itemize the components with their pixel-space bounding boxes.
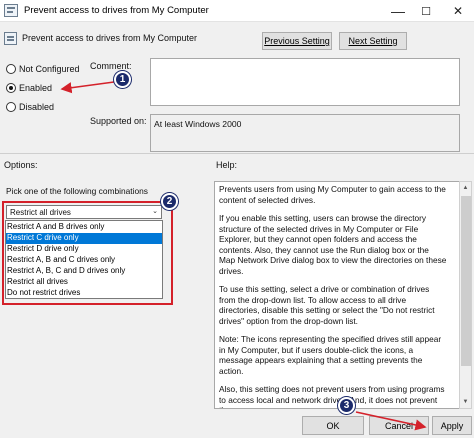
step-badge-2: 2: [161, 193, 178, 210]
step-badge-1: 1: [114, 71, 131, 88]
annotation-arrows: [60, 81, 427, 431]
step-badge-3: 3: [338, 397, 355, 414]
arrow-to-enabled: [60, 81, 115, 94]
arrow-to-apply: [355, 411, 427, 431]
